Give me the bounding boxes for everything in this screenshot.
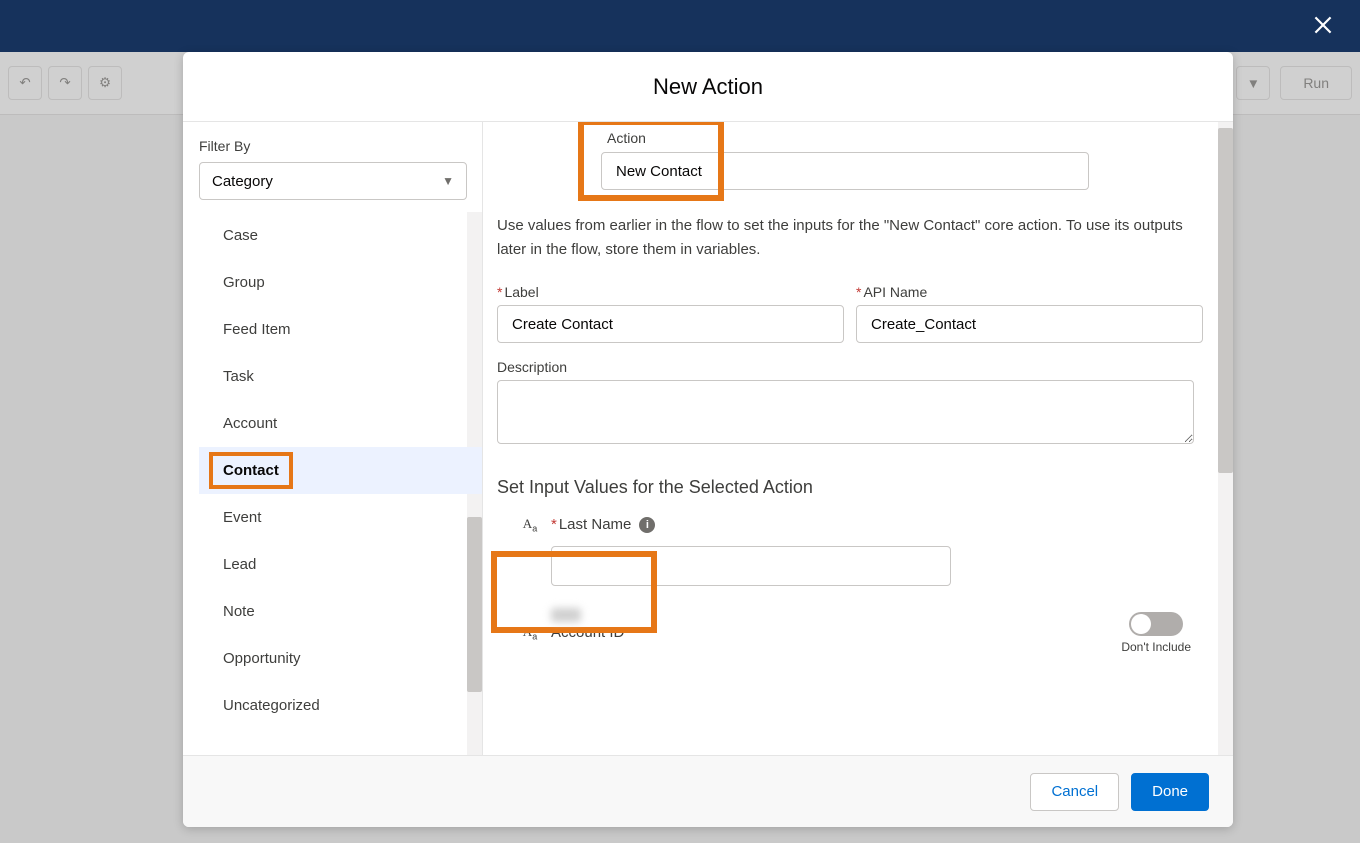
category-item-case[interactable]: Case [199,212,482,259]
cancel-button[interactable]: Cancel [1030,773,1119,811]
info-icon[interactable]: i [639,517,655,533]
action-field-label: Action [607,130,1203,146]
category-item-event[interactable]: Event [199,494,482,541]
new-action-modal: New Action Filter By Category ▼ Case Gro… [183,52,1233,827]
text-type-icon: Aa [519,624,541,642]
app-top-bar [0,0,1360,52]
category-item-uncategorized[interactable]: Uncategorized [199,682,482,729]
category-item-feed-item[interactable]: Feed Item [199,306,482,353]
category-item-lead[interactable]: Lead [199,541,482,588]
category-list: Case Group Feed Item Task Account Contac… [199,212,482,755]
filter-select[interactable]: Category ▼ [199,162,467,200]
account-id-label: Account ID [551,624,624,641]
last-name-label: *Last Name [551,516,631,533]
toggle-state-text: Don't Include [1121,640,1191,654]
input-values-section-title: Set Input Values for the Selected Action [497,477,1203,498]
category-scrollbar-thumb[interactable] [467,517,482,692]
category-item-task[interactable]: Task [199,353,482,400]
description-textarea[interactable] [497,380,1194,444]
action-input[interactable]: New Contact [601,152,1089,190]
done-button[interactable]: Done [1131,773,1209,811]
category-item-group[interactable]: Group [199,259,482,306]
text-type-icon: Aa [519,516,541,534]
close-icon[interactable] [1310,12,1338,40]
chevron-down-icon: ▼ [442,174,454,188]
filter-panel: Filter By Category ▼ Case Group Feed Ite… [183,122,483,755]
modal-title: New Action [653,74,763,100]
category-item-contact[interactable]: Contact [199,447,482,494]
filter-select-value: Category [212,173,273,190]
modal-header: New Action [183,52,1233,122]
action-config-panel: Action New Contact Use values from earli… [483,122,1233,755]
label-field-label: *Label [497,284,844,300]
account-id-toggle[interactable] [1129,612,1183,636]
category-item-note[interactable]: Note [199,588,482,635]
toggle-knob [1131,614,1151,634]
modal-footer: Cancel Done [183,755,1233,827]
right-scrollbar-thumb[interactable] [1218,128,1233,473]
label-input[interactable] [497,305,844,343]
category-item-account[interactable]: Account [199,400,482,447]
filter-by-label: Filter By [199,138,482,154]
api-name-input[interactable] [856,305,1203,343]
instruction-text: Use values from earlier in the flow to s… [497,214,1203,262]
blurred-value [551,608,581,622]
category-item-opportunity[interactable]: Opportunity [199,635,482,682]
last-name-input[interactable] [551,546,951,586]
description-label: Description [497,359,1203,375]
right-scrollbar-track[interactable] [1218,122,1233,755]
api-name-field-label: *API Name [856,284,1203,300]
